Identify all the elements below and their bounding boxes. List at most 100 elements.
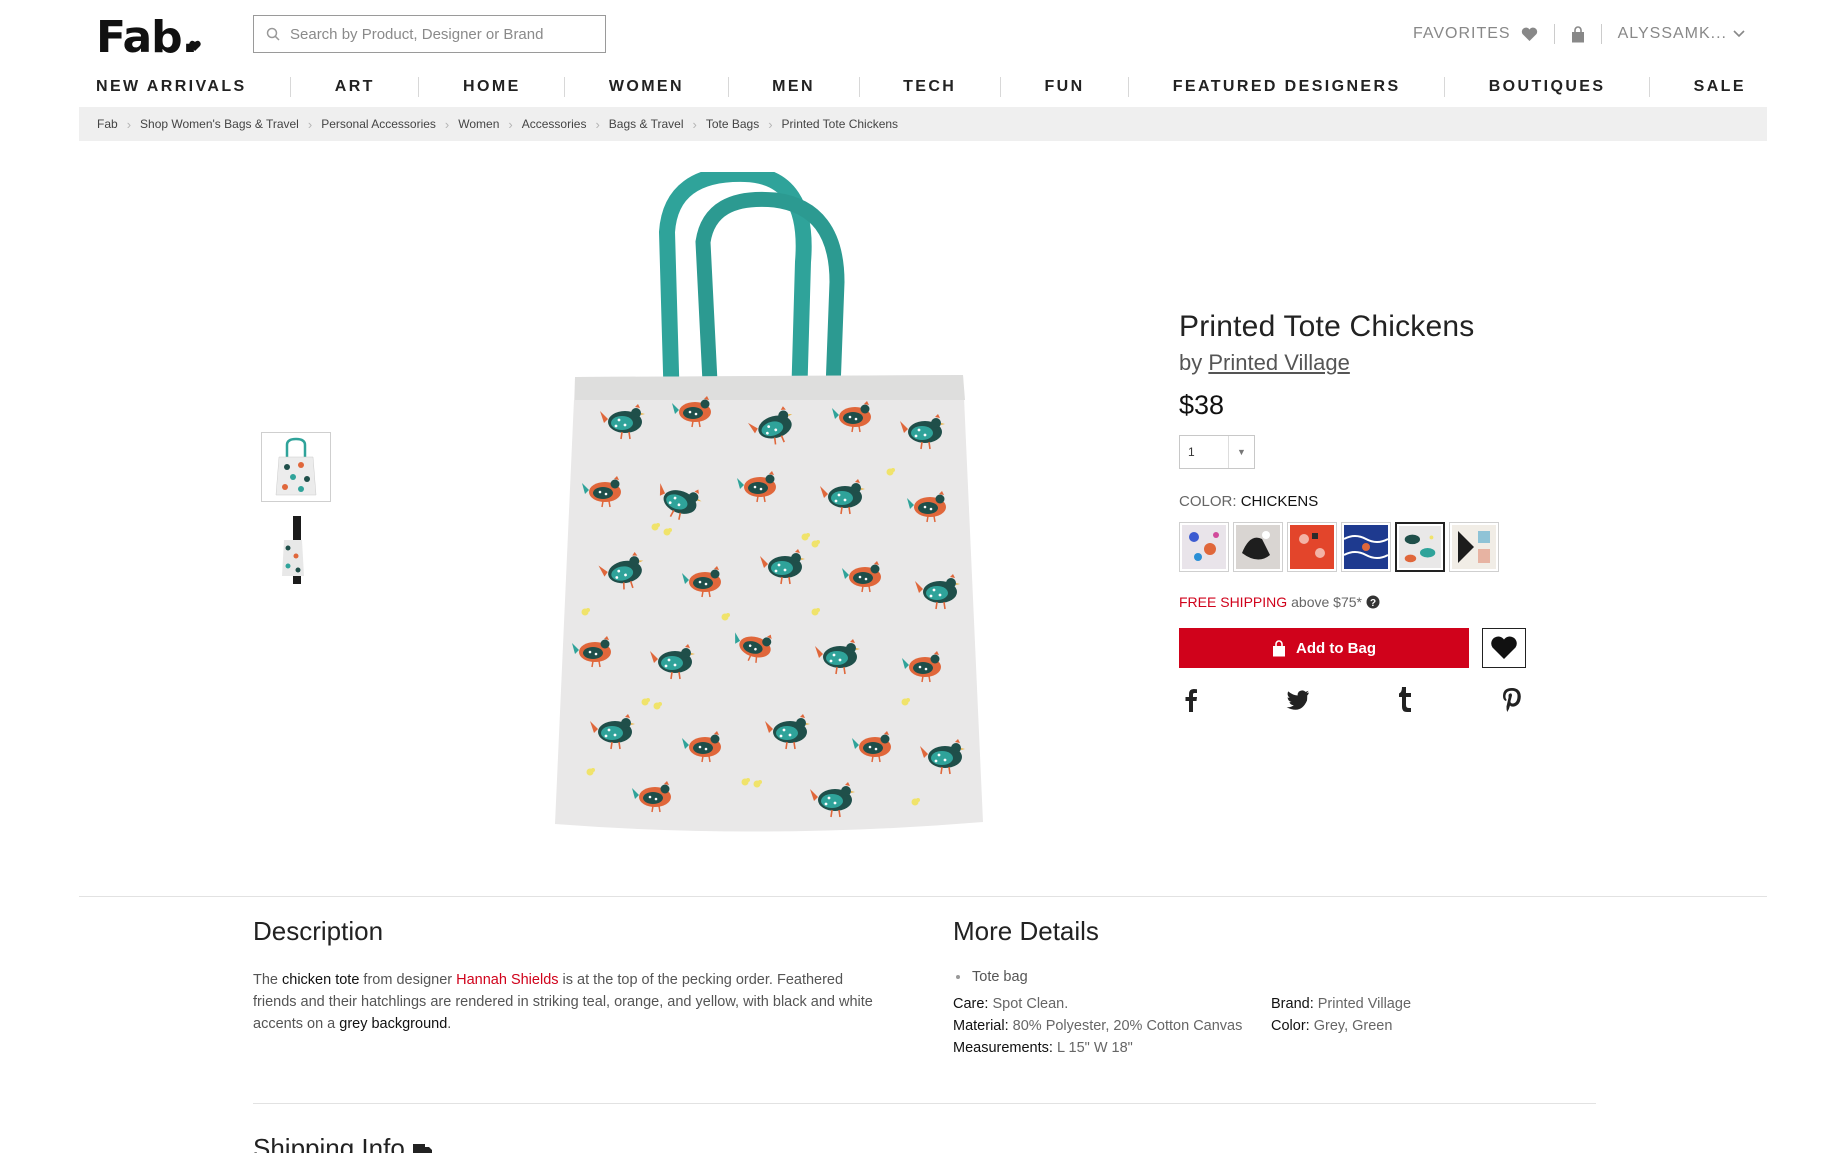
desc-bold-grey-background[interactable]: grey background	[339, 1016, 447, 1032]
favorites-link[interactable]: FAVORITES	[1413, 25, 1538, 43]
color-label-key: COLOR:	[1179, 493, 1237, 510]
utility-bar: FAVORITES ALYSSAMK...	[1413, 24, 1745, 44]
nav-divider	[858, 77, 860, 97]
breadcrumb-item[interactable]: Fab	[97, 117, 118, 131]
section-divider	[253, 1103, 1596, 1104]
product-byline: by Printed Village	[1179, 350, 1539, 376]
nav-sale[interactable]: SALE	[1694, 78, 1746, 96]
truck-icon	[412, 1143, 432, 1153]
user-name: ALYSSAMK...	[1617, 25, 1727, 42]
description-section: Description The chicken tote from design…	[253, 916, 883, 1035]
swatch-2[interactable]	[1233, 522, 1283, 572]
swatch-4-image	[1343, 525, 1389, 569]
details-col-left: Care: Spot Clean. Material: 80% Polyeste…	[953, 993, 1271, 1059]
nav-tech[interactable]: TECH	[903, 78, 956, 96]
brand-link[interactable]: Printed Village	[1208, 350, 1349, 375]
favorite-button[interactable]	[1482, 628, 1526, 668]
search-input[interactable]	[290, 25, 570, 43]
desc-part: from designer	[359, 972, 457, 988]
breadcrumb-item[interactable]: Shop Women's Bags & Travel	[140, 117, 299, 131]
svg-text:?: ?	[1370, 598, 1376, 609]
nav-boutiques[interactable]: BOUTIQUES	[1489, 78, 1606, 96]
heart-icon	[1491, 636, 1517, 659]
nav-divider	[1649, 77, 1651, 97]
help-icon[interactable]: ?	[1366, 595, 1380, 609]
color-label-value: CHICKENS	[1240, 493, 1319, 510]
user-menu[interactable]: ALYSSAMK...	[1618, 25, 1745, 43]
swatch-5-selected[interactable]	[1395, 522, 1445, 572]
fab-logo[interactable]: Fab.	[96, 12, 202, 63]
chevron-right-icon: ›	[595, 116, 600, 132]
product-title: Printed Tote Chickens	[1179, 310, 1475, 343]
main-nav: NEW ARRIVALS ART HOME WOMEN MEN TECH FUN…	[96, 76, 1746, 98]
detail-value: Grey, Green	[1313, 1018, 1393, 1034]
designer-link[interactable]: Hannah Shields	[456, 972, 558, 988]
detail-care: Care: Spot Clean.	[953, 993, 1271, 1015]
breadcrumb-item[interactable]: Tote Bags	[706, 117, 759, 131]
nav-divider	[1128, 77, 1130, 97]
quantity-select[interactable]: 1 ▼	[1179, 435, 1255, 469]
breadcrumb-item[interactable]: Bags & Travel	[609, 117, 684, 131]
thumbnail-tote-model[interactable]	[261, 516, 331, 586]
chevron-right-icon: ›	[126, 116, 132, 132]
detail-key: Measurements:	[953, 1040, 1053, 1056]
thumbnail-tote-front[interactable]	[261, 432, 331, 502]
nav-home[interactable]: HOME	[463, 78, 521, 96]
favorites-label: FAVORITES	[1412, 25, 1511, 42]
section-divider	[79, 896, 1767, 897]
nav-women[interactable]: WOMEN	[609, 78, 684, 96]
add-to-bag-button[interactable]: Add to Bag	[1179, 628, 1469, 668]
swatch-1[interactable]	[1179, 522, 1229, 572]
twitter-icon[interactable]	[1286, 688, 1310, 712]
swatch-5-image	[1399, 526, 1441, 568]
facebook-icon[interactable]	[1179, 688, 1203, 712]
shopping-bag-icon[interactable]	[1571, 25, 1585, 43]
swatch-4[interactable]	[1341, 522, 1391, 572]
detail-key: Brand:	[1271, 996, 1314, 1012]
tote-thumbnail-image	[275, 437, 317, 496]
breadcrumb-item[interactable]: Accessories	[522, 117, 587, 131]
color-swatches	[1179, 522, 1539, 572]
nav-divider	[727, 77, 729, 97]
shipping-threshold: above $75*	[1291, 594, 1362, 610]
search-box[interactable]	[253, 15, 606, 53]
shipping-note: FREE SHIPPING above $75* ?	[1179, 594, 1539, 610]
breadcrumb: Fab › Shop Women's Bags & Travel › Persona…	[79, 107, 1767, 141]
util-divider	[1553, 24, 1555, 44]
bullet-dot	[956, 975, 960, 979]
nav-divider	[999, 77, 1001, 97]
by-prefix: by	[1179, 350, 1203, 375]
util-divider	[1600, 24, 1602, 44]
chevron-right-icon: ›	[307, 116, 313, 132]
logo-heart-icon	[189, 40, 202, 51]
buy-row: Add to Bag	[1179, 628, 1539, 668]
detail-value: L 15" W 18"	[1056, 1040, 1133, 1056]
chevron-down-icon	[1733, 30, 1745, 38]
swatch-1-image	[1182, 525, 1226, 569]
description-text: The chicken tote from designer Hannah Sh…	[253, 969, 883, 1035]
breadcrumb-item[interactable]: Women	[458, 117, 499, 131]
heart-icon	[1521, 27, 1537, 41]
nav-divider	[1444, 77, 1446, 97]
tumblr-icon[interactable]	[1393, 687, 1417, 712]
nav-new-arrivals[interactable]: NEW ARRIVALS	[96, 78, 247, 96]
nav-featured-designers[interactable]: FEATURED DESIGNERS	[1173, 78, 1401, 96]
swatch-6[interactable]	[1449, 522, 1499, 572]
free-shipping-label: FREE SHIPPING	[1179, 594, 1288, 610]
pinterest-icon[interactable]	[1500, 688, 1524, 712]
breadcrumb-item[interactable]: Personal Accessories	[321, 117, 436, 131]
model-thumbnail-image	[282, 516, 304, 584]
nav-art[interactable]: ART	[335, 78, 375, 96]
detail-key: Material:	[953, 1018, 1009, 1034]
swatch-3[interactable]	[1287, 522, 1337, 572]
nav-men[interactable]: MEN	[772, 78, 815, 96]
detail-value: Spot Clean.	[992, 996, 1069, 1012]
detail-value: 80% Polyester, 20% Cotton Canvas	[1012, 1018, 1243, 1034]
chevron-right-icon: ›	[768, 116, 773, 132]
detail-material: Material: 80% Polyester, 20% Cotton Canv…	[953, 1015, 1271, 1037]
nav-fun[interactable]: FUN	[1044, 78, 1084, 96]
desc-bold-chicken-tote[interactable]: chicken tote	[282, 972, 359, 988]
detail-brand: Brand: Printed Village	[1271, 993, 1411, 1015]
details-section: More Details Tote bag Care: Spot Clean. …	[953, 916, 1553, 1059]
swatch-2-image	[1236, 525, 1280, 569]
